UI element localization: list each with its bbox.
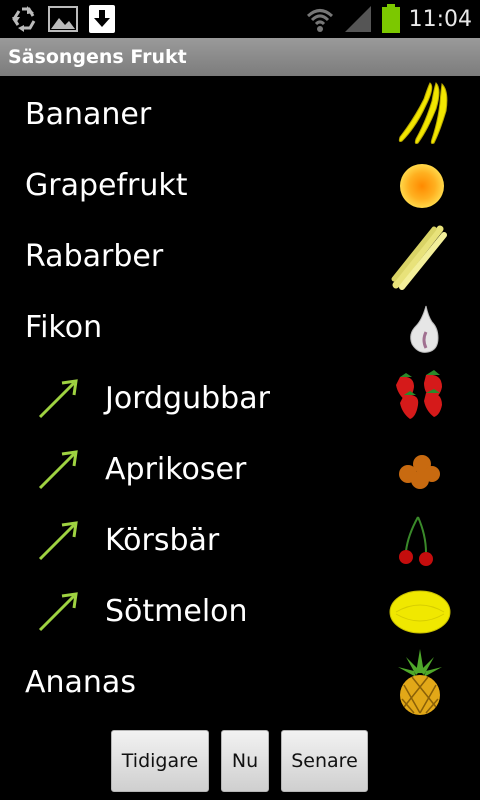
app-title-bar: Säsongens Frukt: [0, 38, 480, 76]
app-title: Säsongens Frukt: [8, 46, 187, 68]
list-item-label: Körsbär: [105, 523, 220, 558]
arrow-icon: [38, 450, 78, 490]
list-item[interactable]: Bananer: [0, 79, 480, 150]
grapefruit-icon: [400, 164, 444, 208]
cherry-icon: [399, 516, 433, 566]
list-item-label: Bananer: [25, 97, 152, 132]
battery-icon: [381, 4, 400, 33]
list-item[interactable]: Ananas: [0, 647, 480, 718]
list-item-label: Rabarber: [25, 239, 164, 274]
list-item-label: Aprikoser: [105, 452, 247, 487]
status-bar: 11:04: [0, 0, 480, 38]
arrow-icon: [38, 592, 78, 632]
list-item[interactable]: Körsbär: [0, 505, 480, 576]
list-item-label: Sötmelon: [105, 594, 248, 629]
earlier-button[interactable]: Tidigare: [111, 730, 209, 792]
melon-icon: [389, 590, 451, 634]
pineapple-icon: [398, 649, 442, 715]
apricot-icon: [399, 455, 440, 489]
list-item-label: Ananas: [25, 665, 136, 700]
arrow-icon: [38, 379, 78, 419]
fig-icon: [410, 305, 439, 353]
list-item[interactable]: Sötmelon: [0, 576, 480, 647]
list-item[interactable]: Grapefrukt: [0, 150, 480, 221]
arrow-icon: [38, 521, 78, 561]
strawberry-icon: [396, 370, 442, 419]
download-icon: [89, 5, 115, 33]
gallery-icon: [48, 6, 78, 32]
fruit-list[interactable]: Bananer Grapefrukt Rabarber Fikon Jordgu…: [0, 79, 480, 719]
list-item[interactable]: Aprikoser: [0, 434, 480, 505]
recycle-icon: [12, 6, 36, 32]
rhubarb-icon: [391, 225, 447, 290]
list-item-label: Grapefrukt: [25, 168, 188, 203]
banana-icon: [398, 82, 448, 144]
list-item-label: Fikon: [25, 310, 103, 345]
list-item[interactable]: Jordgubbar: [0, 363, 480, 434]
list-item[interactable]: Rabarber: [0, 221, 480, 292]
signal-icon: [344, 6, 371, 32]
status-clock: 11:04: [408, 6, 472, 32]
now-button[interactable]: Nu: [221, 730, 269, 792]
list-item-label: Jordgubbar: [105, 381, 270, 416]
later-button[interactable]: Senare: [281, 730, 368, 792]
wifi-icon: [306, 9, 333, 32]
list-item[interactable]: Fikon: [0, 292, 480, 363]
